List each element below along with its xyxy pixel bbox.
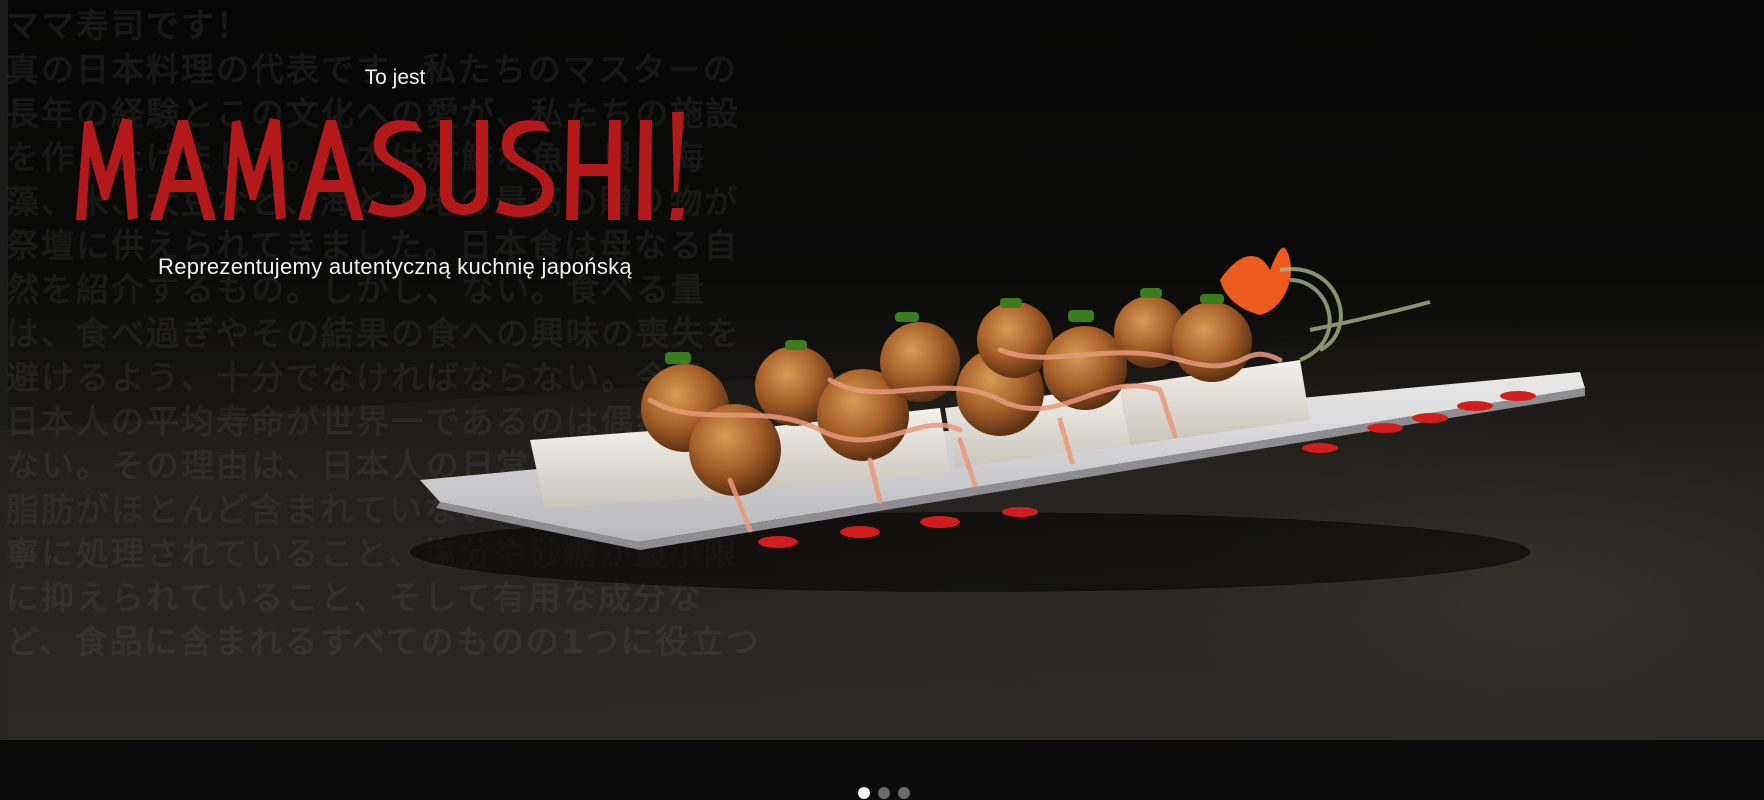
background-text-title: ママ寿司です！ (6, 6, 251, 45)
mamasushi-logo (76, 112, 684, 220)
sushi-plate-image (410, 247, 1585, 592)
carousel-dot-3[interactable] (898, 787, 910, 799)
carousel-dot-2[interactable] (878, 787, 890, 799)
hero-banner: ママ寿司です！ 真の日本料理の代表です。私たちのマスターの長年の経験とこの文化へ… (0, 0, 1764, 740)
intro-text: To jest (364, 66, 426, 89)
carousel-dot-1[interactable] (858, 787, 870, 799)
carousel-indicators (858, 787, 910, 799)
tagline: Reprezentujemy autentyczną kuchnię japoń… (158, 254, 632, 279)
